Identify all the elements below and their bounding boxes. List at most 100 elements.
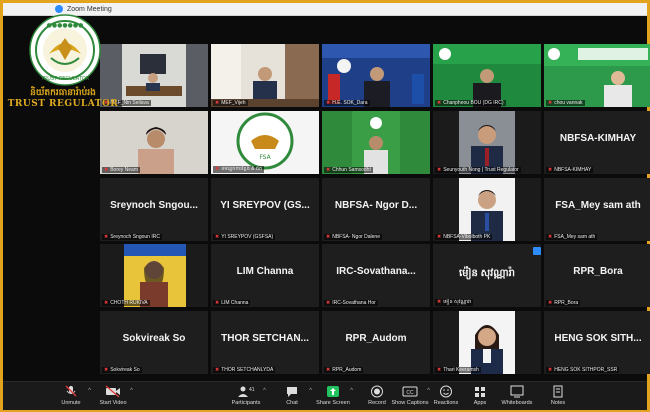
chevron-up-icon[interactable]: ^ [263, 388, 266, 394]
muted-mic-icon: ✖ [437, 299, 442, 305]
participant-name-label: ✖ HENG SOK SITHPOR_SSR [546, 367, 620, 373]
muted-mic-icon: ✖ [104, 367, 109, 373]
participant-video [100, 111, 208, 174]
video-tile[interactable]: NBFSA-KIMHAY ✖ NBFSA-KIMHAY [544, 111, 650, 174]
video-tile[interactable]: ✖ CHOTH RUKIVA [100, 244, 208, 307]
participants-button[interactable]: 41 Participants ^ [224, 385, 268, 406]
participant-video [322, 111, 430, 174]
video-tile[interactable]: Sokvireak So ✖ Sokvireak So [100, 311, 208, 374]
muted-mic-icon: ✖ [215, 367, 220, 373]
video-tile[interactable]: ✖ H.E. SOK_Dara [322, 44, 430, 107]
participant-display-name: ម៉ៀន សុវណ្ណារ៉ា [458, 268, 516, 279]
participant-name-label: ✖ NBFSA-Vibolboth PK [435, 234, 493, 240]
participant-video [433, 311, 541, 374]
unmute-button[interactable]: Unmute ^ [49, 385, 93, 406]
participant-name-label: ✖ chou vannak [546, 100, 585, 106]
participant-name-label: ✖ RPR_Bora [546, 300, 581, 306]
svg-text:FSA: FSA [259, 154, 271, 161]
zoom-logo-icon [55, 5, 63, 13]
muted-microphone-icon [65, 385, 77, 397]
video-tile[interactable]: THOR SETCHAN... ✖ THOR SETCHANLYDA [211, 311, 319, 374]
participant-name-label: ✖ ទមន្តេចការខ្លែង & ជិត [213, 166, 265, 173]
video-tile[interactable]: LIM Channa ✖ LIM Channa [211, 244, 319, 307]
video-tile[interactable]: ✖ NBFSA-Vibolboth PK [433, 178, 541, 241]
video-tile[interactable]: ✖ Chanpheou BOU (DG IRC) [433, 44, 541, 107]
muted-mic-icon: ✖ [104, 300, 109, 306]
chat-button[interactable]: Chat ^ [270, 385, 314, 406]
participant-video [433, 44, 541, 107]
participant-name-label: ✖ CHOTH RUKIVA [102, 300, 150, 306]
window-title: Zoom Meeting [67, 5, 112, 13]
tile-options-icon[interactable] [533, 247, 541, 255]
participant-name-label: ✖ RPR_Audom [324, 367, 364, 373]
video-tile[interactable]: ✖ MEF_Vijeh [211, 44, 319, 107]
participant-display-name: RPR_Audom [345, 333, 407, 344]
participant-video: FSA [211, 111, 319, 174]
muted-mic-icon: ✖ [548, 167, 553, 173]
video-tile[interactable]: IRC-Sovathana... ✖ IRC-Sovathana Hor [322, 244, 430, 307]
participant-name-label: ✖ Chhun Samsodht [324, 167, 373, 173]
video-tile[interactable]: Sreynoch Sngou... ✖ Sreynoch Sngoun IRC [100, 178, 208, 241]
participant-name-label: ✖ Chanpheou BOU (DG IRC) [435, 100, 506, 106]
video-tile[interactable]: ✖ Seunyouth Nong | Trust Regulator [433, 111, 541, 174]
participant-video [433, 178, 541, 241]
participant-video [100, 244, 208, 307]
svg-text:TRUST REGULATOR: TRUST REGULATOR [40, 76, 90, 82]
participant-display-name: THOR SETCHAN... [221, 333, 309, 344]
video-tile[interactable]: FSA_Mey sam ath ✖ FSA_Mey sam ath [544, 178, 650, 241]
participant-video [544, 44, 650, 107]
logo-english-text: TRUST REGULATOR [7, 99, 119, 109]
trust-regulator-seal-icon: ●●●●●●● TRUST REGULATOR [29, 14, 101, 86]
participant-video [322, 44, 430, 107]
video-tile[interactable]: RPR_Audom ✖ RPR_Audom [322, 311, 430, 374]
participant-display-name: NBFSA-KIMHAY [559, 133, 637, 144]
chevron-up-icon[interactable]: ^ [130, 388, 133, 394]
record-icon [371, 385, 383, 398]
muted-mic-icon: ✖ [548, 100, 553, 106]
muted-mic-icon: ✖ [104, 234, 109, 240]
apps-icon [475, 387, 485, 397]
participant-display-name: NBFSA- Ngor D... [334, 200, 418, 211]
participant-display-name: HENG SOK SITH... [554, 333, 642, 344]
whiteboard-icon [510, 385, 524, 398]
svg-text:●●●●●●●: ●●●●●●● [47, 22, 84, 29]
whiteboards-button[interactable]: Whiteboards [495, 385, 539, 406]
participant-name-label: ✖ Sreynoch Sngoun IRC [102, 234, 162, 240]
participant-display-name: FSA_Mey sam ath [555, 200, 641, 211]
video-tile[interactable]: YI SREYPOV (GS... ✖ YI SREYPOV (GSFSA) [211, 178, 319, 241]
video-tile[interactable]: ម៉ៀន សុវណ្ណារ៉ា ✖ ម៉ៀន សុវណ្ណារ៉ា [433, 244, 541, 307]
video-tile[interactable]: NBFSA- Ngor D... ✖ NBFSA- Ngor Dalene [322, 178, 430, 241]
participant-name-label: ✖ YI SREYPOV (GSFSA) [213, 234, 276, 240]
chevron-up-icon[interactable]: ^ [350, 388, 353, 394]
svg-text:CC: CC [406, 390, 414, 396]
share-screen-button[interactable]: Share Screen ^ [311, 385, 355, 406]
participant-display-name: IRC-Sovathana... [336, 266, 416, 277]
video-tile[interactable]: ✖ chou vannak [544, 44, 650, 107]
muted-mic-icon: ✖ [326, 367, 331, 373]
video-tile[interactable]: ✖ Borey Neam [100, 111, 208, 174]
notes-icon [553, 385, 563, 398]
video-tile[interactable]: FSA ✖ ទមន្តេចការខ្លែង & ជិត [211, 111, 319, 174]
muted-mic-icon: ✖ [215, 100, 220, 106]
participant-name-label: ✖ LIM Channa [213, 300, 251, 306]
participant-name-label: ✖ Thari Keeramsh [435, 367, 481, 373]
start-video-button[interactable]: Start Video ^ [91, 385, 135, 406]
video-tile[interactable]: ✖ Thari Keeramsh [433, 311, 541, 374]
video-tile[interactable]: ✖ Chhun Samsodht [322, 111, 430, 174]
participant-display-name: YI SREYPOV (GS... [220, 200, 310, 211]
notes-button[interactable]: Notes [536, 385, 580, 406]
trust-regulator-logo: ●●●●●●● TRUST REGULATOR និយ័តករធានារ៉ាប់… [4, 14, 122, 109]
video-tile[interactable]: RPR_Bora ✖ RPR_Bora [544, 244, 650, 307]
video-tile[interactable]: HENG SOK SITH... ✖ HENG SOK SITHPOR_SSR [544, 311, 650, 374]
muted-mic-icon: ✖ [437, 367, 442, 373]
participant-name-label: ✖ NBFSA- Ngor Dalene [324, 234, 382, 240]
participant-name-label: ✖ NBFSA-KIMHAY [546, 167, 594, 173]
muted-mic-icon: ✖ [437, 100, 442, 106]
participant-display-name: LIM Channa [236, 266, 294, 277]
participant-name-label: ✖ IRC-Sovathana Hor [324, 300, 378, 306]
participant-count: 41 [249, 387, 255, 393]
participant-name-label: ✖ Borey Neam [102, 167, 140, 173]
participants-icon: 41 [238, 386, 255, 397]
share-screen-icon [327, 386, 339, 397]
muted-mic-icon: ✖ [437, 167, 442, 173]
